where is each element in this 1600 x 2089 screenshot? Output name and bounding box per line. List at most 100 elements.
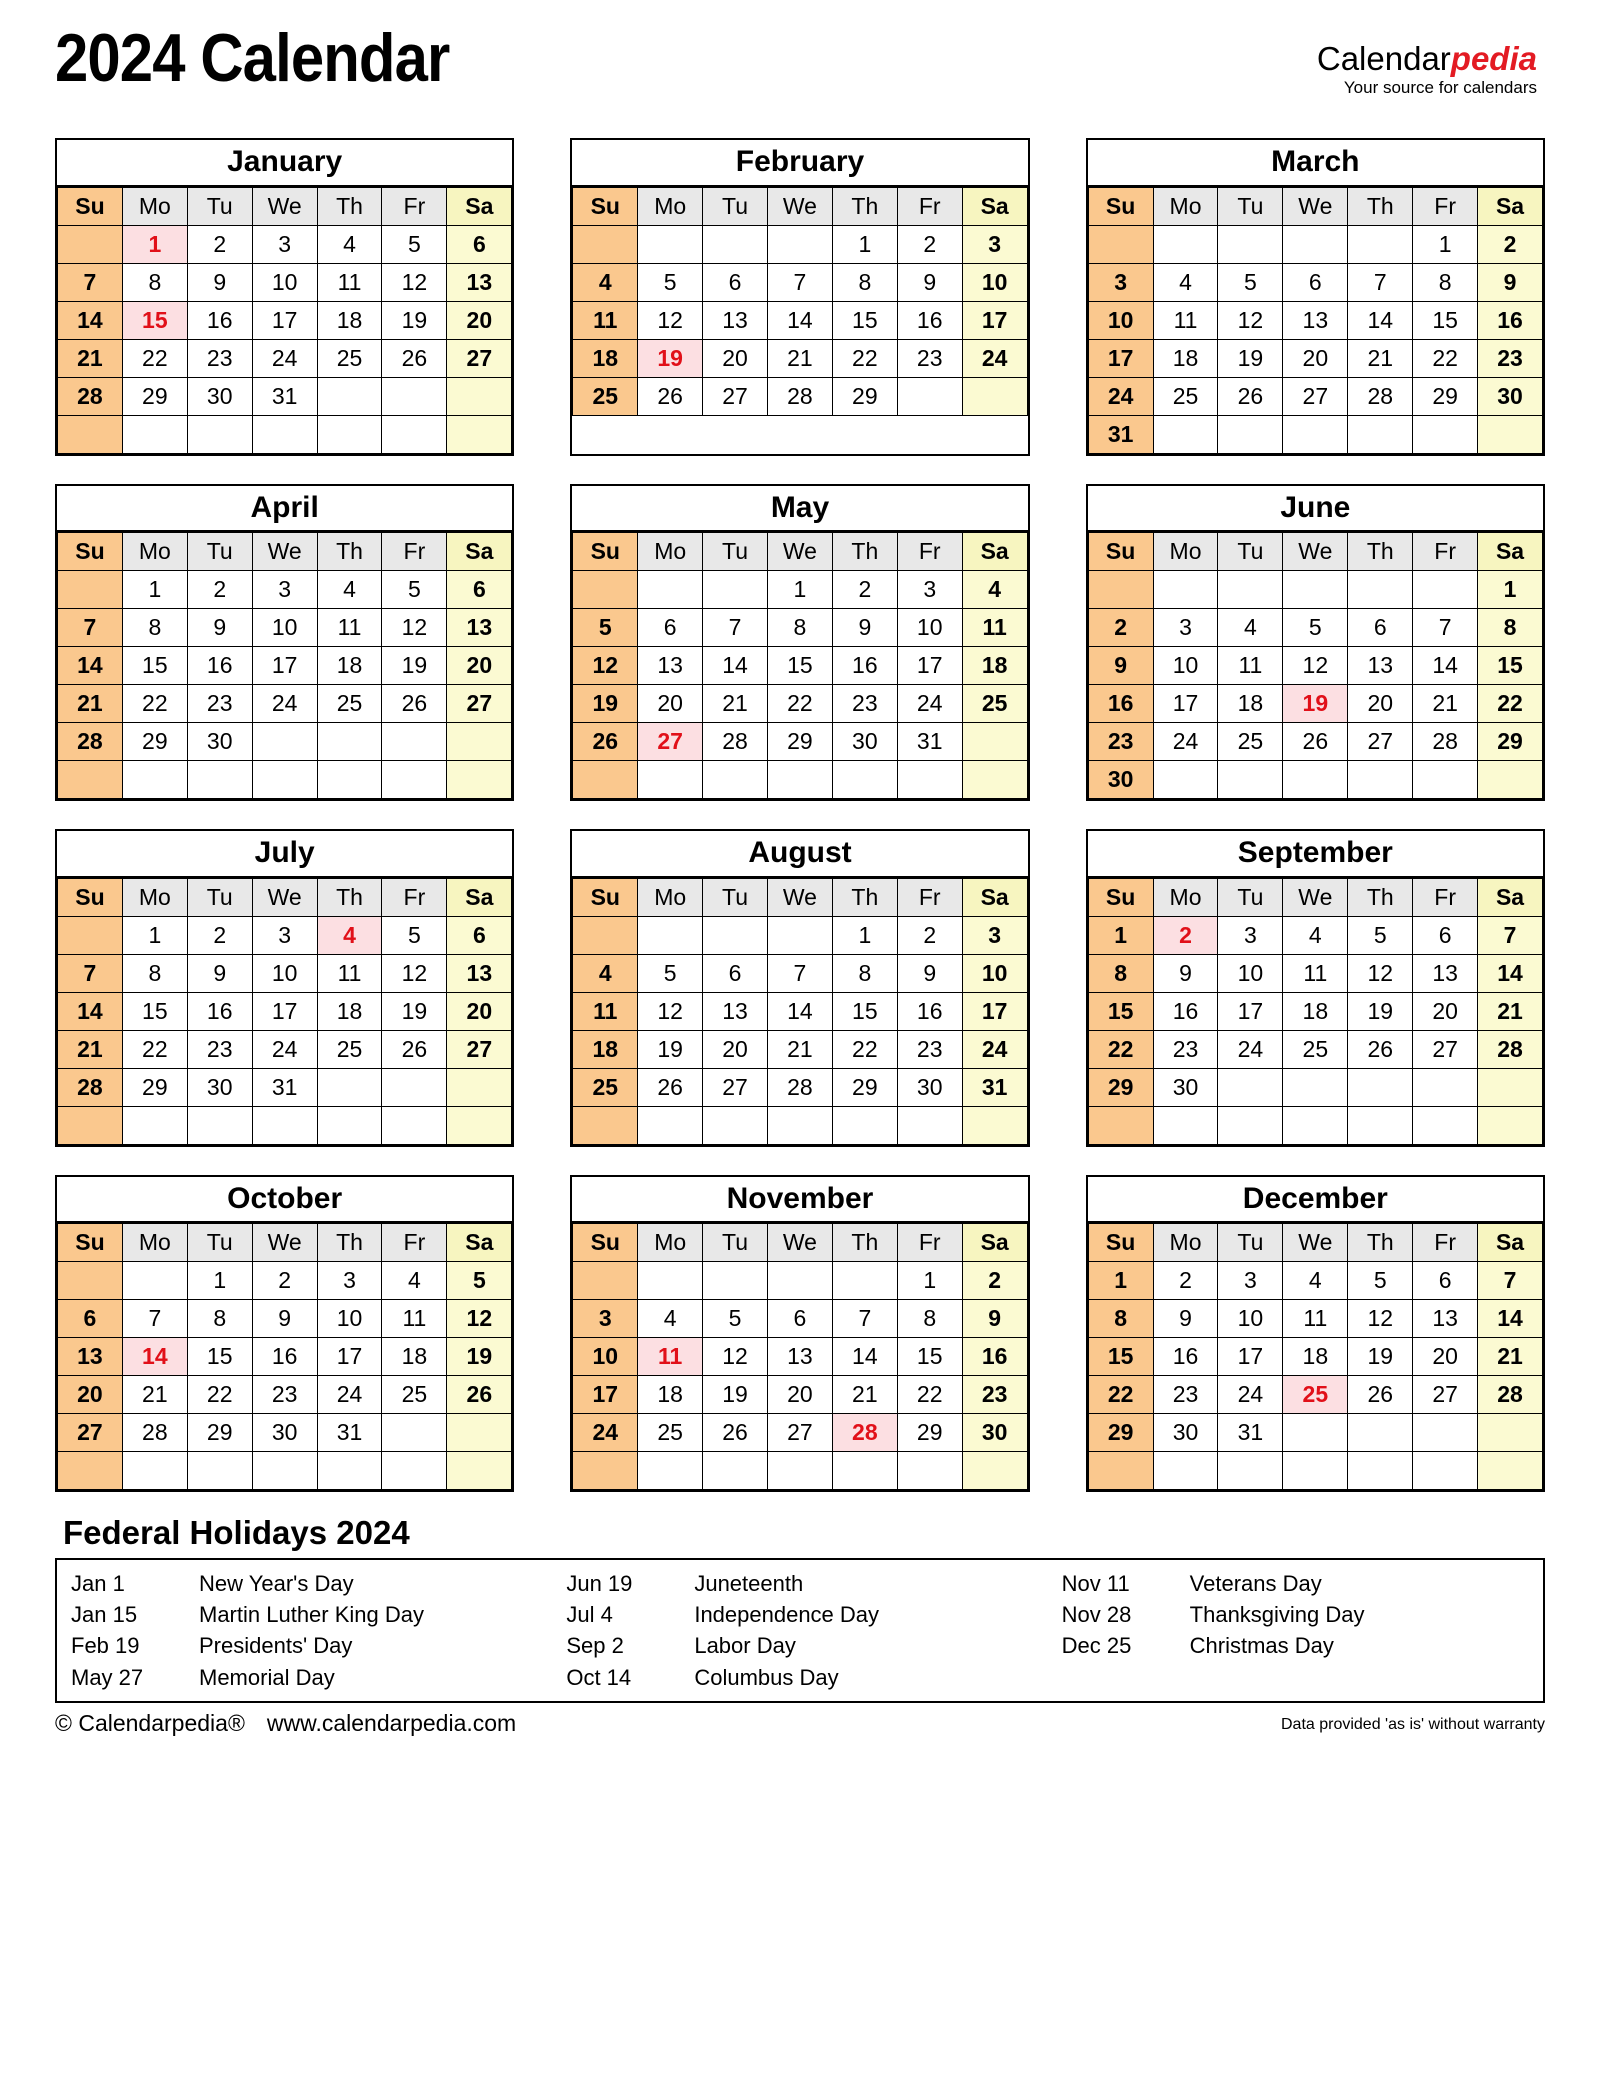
day-cell[interactable]: 23 — [251, 1375, 318, 1414]
day-cell[interactable]: 1 — [831, 915, 898, 955]
day-cell[interactable]: 12 — [1347, 1299, 1414, 1338]
day-cell[interactable] — [1412, 1067, 1479, 1107]
day-cell[interactable] — [637, 1261, 704, 1300]
day-cell[interactable]: 30 — [1087, 760, 1154, 799]
day-cell[interactable] — [1412, 760, 1479, 799]
day-cell[interactable]: 11 — [1152, 300, 1219, 340]
day-cell[interactable]: 28 — [57, 1067, 123, 1107]
day-cell[interactable]: 21 — [1477, 991, 1543, 1031]
day-cell[interactable] — [446, 1067, 513, 1107]
day-cell[interactable] — [1282, 1451, 1349, 1490]
day-cell[interactable]: 5 — [1282, 608, 1349, 647]
day-cell[interactable]: 26 — [381, 1029, 448, 1069]
day-cell[interactable]: 29 — [831, 1067, 898, 1107]
day-cell[interactable] — [1347, 1413, 1414, 1452]
day-cell[interactable] — [446, 1105, 513, 1145]
day-cell[interactable] — [121, 1261, 188, 1300]
day-cell[interactable]: 23 — [186, 1029, 253, 1069]
day-cell[interactable] — [316, 1105, 383, 1145]
day-cell[interactable]: 12 — [381, 262, 448, 302]
day-cell[interactable]: 17 — [1152, 684, 1219, 723]
day-cell[interactable]: 27 — [767, 1413, 833, 1452]
day-cell[interactable]: 10 — [572, 1337, 639, 1376]
day-cell[interactable]: 26 — [446, 1375, 513, 1414]
day-cell[interactable] — [702, 1105, 768, 1145]
day-cell[interactable] — [121, 760, 188, 799]
day-cell[interactable]: 6 — [637, 608, 704, 647]
day-cell[interactable]: 9 — [186, 608, 253, 647]
day-cell[interactable]: 6 — [1347, 608, 1414, 647]
day-cell[interactable]: 6 — [702, 262, 768, 302]
day-cell[interactable]: 10 — [961, 953, 1028, 993]
day-cell[interactable]: 28 — [1477, 1029, 1543, 1069]
day-cell[interactable]: 22 — [186, 1375, 253, 1414]
day-cell[interactable]: 19 — [1347, 1337, 1414, 1376]
day-cell[interactable]: 7 — [1477, 1261, 1543, 1300]
day-cell[interactable]: 10 — [251, 608, 318, 647]
day-cell[interactable]: 11 — [572, 300, 639, 340]
day-cell[interactable]: 29 — [831, 376, 898, 416]
day-cell[interactable]: 11 — [1282, 953, 1349, 993]
day-cell[interactable]: 21 — [57, 684, 123, 723]
day-cell[interactable]: 25 — [637, 1413, 704, 1452]
day-cell[interactable]: 16 — [896, 991, 963, 1031]
day-cell[interactable]: 22 — [896, 1375, 963, 1414]
day-cell[interactable]: 17 — [1087, 338, 1154, 378]
day-cell-holiday[interactable]: 4 — [316, 915, 383, 955]
day-cell[interactable]: 4 — [1282, 1261, 1349, 1300]
day-cell[interactable]: 18 — [1152, 338, 1219, 378]
day-cell[interactable] — [1477, 760, 1543, 799]
day-cell[interactable]: 25 — [316, 1029, 383, 1069]
day-cell[interactable] — [831, 1451, 898, 1490]
day-cell[interactable]: 4 — [316, 224, 383, 264]
day-cell[interactable]: 17 — [961, 991, 1028, 1031]
day-cell[interactable]: 25 — [1217, 722, 1284, 761]
day-cell[interactable] — [1087, 1451, 1154, 1490]
day-cell[interactable]: 19 — [637, 1029, 704, 1069]
day-cell[interactable] — [896, 760, 963, 799]
day-cell[interactable] — [1217, 760, 1284, 799]
day-cell[interactable]: 23 — [186, 338, 253, 378]
day-cell[interactable]: 14 — [702, 646, 768, 685]
day-cell[interactable] — [702, 570, 768, 609]
day-cell[interactable]: 23 — [1477, 338, 1543, 378]
day-cell[interactable]: 26 — [381, 684, 448, 723]
day-cell[interactable] — [637, 224, 704, 264]
day-cell[interactable] — [446, 1413, 513, 1452]
day-cell[interactable]: 6 — [1412, 1261, 1479, 1300]
day-cell[interactable]: 7 — [767, 262, 833, 302]
day-cell[interactable]: 20 — [57, 1375, 123, 1414]
day-cell[interactable]: 29 — [767, 722, 833, 761]
day-cell[interactable]: 11 — [316, 953, 383, 993]
day-cell[interactable]: 9 — [831, 608, 898, 647]
day-cell[interactable]: 24 — [316, 1375, 383, 1414]
day-cell[interactable] — [121, 1105, 188, 1145]
day-cell[interactable] — [1412, 1413, 1479, 1452]
day-cell[interactable] — [1477, 1413, 1543, 1452]
day-cell[interactable]: 17 — [961, 300, 1028, 340]
day-cell[interactable]: 22 — [831, 1029, 898, 1069]
day-cell[interactable]: 22 — [1477, 684, 1543, 723]
day-cell[interactable] — [1412, 1105, 1479, 1145]
day-cell[interactable]: 17 — [251, 991, 318, 1031]
day-cell[interactable] — [316, 376, 383, 416]
day-cell[interactable]: 15 — [1087, 991, 1154, 1031]
day-cell[interactable]: 18 — [1282, 1337, 1349, 1376]
day-cell[interactable]: 2 — [896, 224, 963, 264]
day-cell[interactable] — [381, 414, 448, 454]
day-cell[interactable] — [186, 1105, 253, 1145]
day-cell[interactable] — [767, 1261, 833, 1300]
day-cell[interactable] — [637, 1451, 704, 1490]
day-cell[interactable]: 8 — [767, 608, 833, 647]
day-cell[interactable]: 6 — [1412, 915, 1479, 955]
day-cell[interactable]: 8 — [1412, 262, 1479, 302]
day-cell[interactable]: 12 — [381, 953, 448, 993]
day-cell[interactable]: 25 — [961, 684, 1028, 723]
day-cell[interactable] — [1412, 1451, 1479, 1490]
day-cell[interactable]: 2 — [961, 1261, 1028, 1300]
day-cell[interactable]: 14 — [831, 1337, 898, 1376]
day-cell[interactable]: 23 — [1152, 1375, 1219, 1414]
day-cell[interactable]: 14 — [767, 300, 833, 340]
day-cell[interactable] — [572, 1261, 639, 1300]
day-cell[interactable] — [1347, 1451, 1414, 1490]
